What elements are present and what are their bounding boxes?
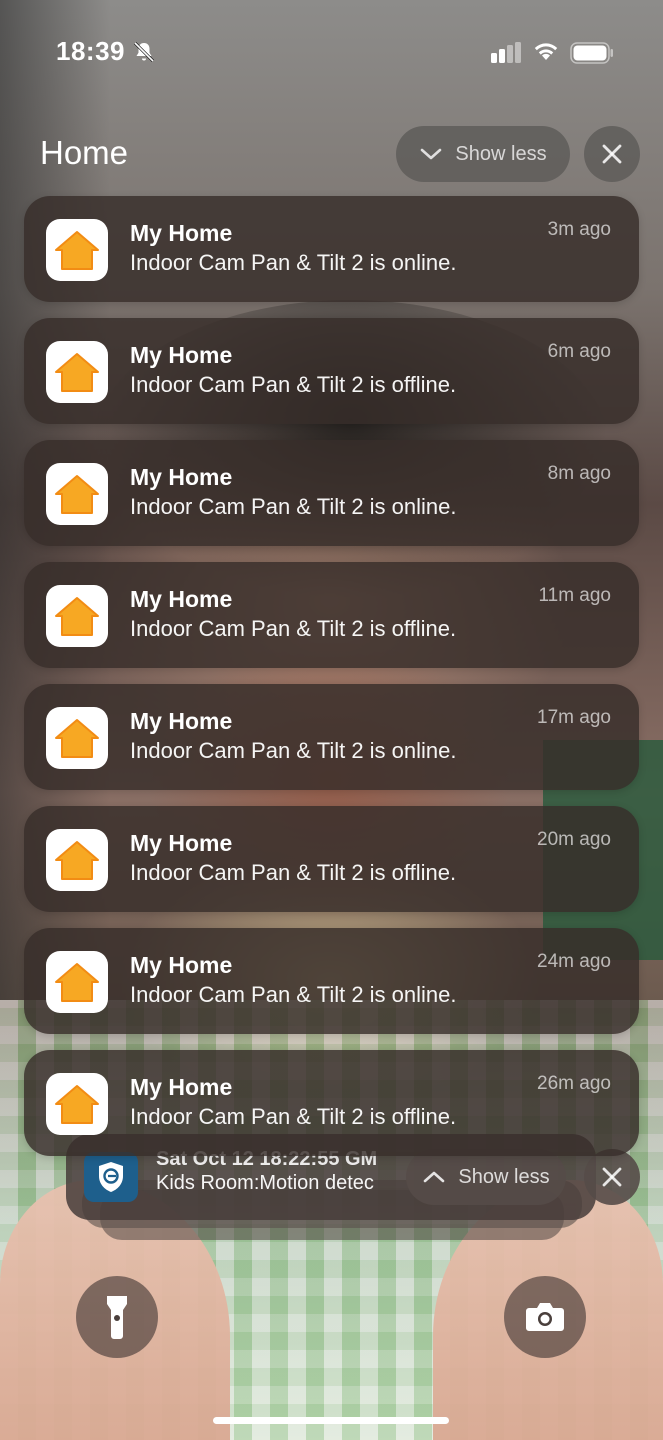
home-app-icon: [46, 463, 108, 525]
group-title: Home: [40, 134, 129, 171]
notification-time: 26m ago: [537, 1073, 611, 1094]
home-app-icon: [46, 1073, 108, 1135]
notification-body: Indoor Cam Pan & Tilt 2 is offline.: [130, 372, 457, 397]
bell-slash-icon: [133, 41, 155, 63]
chevron-down-icon: [421, 148, 442, 160]
chevron-up-icon: [424, 1171, 445, 1183]
notification-card[interactable]: My Home Indoor Cam Pan & Tilt 2 is onlin…: [24, 684, 639, 790]
home-app-icon: [46, 341, 108, 403]
notification-body: Indoor Cam Pan & Tilt 2 is offline.: [130, 860, 457, 885]
notification-body: Indoor Cam Pan & Tilt 2 is online.: [130, 250, 457, 275]
close-icon: [602, 1167, 622, 1187]
notification-time: 8m ago: [547, 463, 611, 484]
home-indicator[interactable]: [213, 1417, 449, 1424]
status-bar: 18:39: [0, 0, 663, 100]
close-icon: [602, 144, 622, 164]
notification-body: Indoor Cam Pan & Tilt 2 is online.: [130, 494, 457, 519]
home-app-icon: [46, 219, 108, 281]
show-less-label: Show less: [455, 142, 547, 165]
notification-card[interactable]: My Home Indoor Cam Pan & Tilt 2 is onlin…: [24, 440, 639, 546]
notification-card[interactable]: My Home Indoor Cam Pan & Tilt 2 is offli…: [24, 806, 639, 912]
wifi-icon: [534, 43, 558, 60]
notification-body: Indoor Cam Pan & Tilt 2 is offline.: [130, 1104, 457, 1129]
notification-card[interactable]: My Home Indoor Cam Pan & Tilt 2 is offli…: [24, 318, 639, 424]
notification-card[interactable]: My Home Indoor Cam Pan & Tilt 2 is offli…: [24, 562, 639, 668]
notification-body: Indoor Cam Pan & Tilt 2 is online.: [130, 738, 457, 763]
camera-button[interactable]: [504, 1276, 586, 1358]
camera-notification-body: Kids Room:Motion detec: [156, 1172, 374, 1194]
notification-time: 6m ago: [547, 341, 611, 362]
clear-group-button[interactable]: [584, 1149, 640, 1205]
camera-app-icon: [84, 1152, 138, 1202]
notification-title: My Home: [130, 586, 233, 612]
notification-title: My Home: [130, 952, 233, 978]
flashlight-button[interactable]: [76, 1276, 158, 1358]
camera-icon: [526, 1303, 564, 1331]
notification-title: My Home: [130, 1074, 233, 1100]
home-app-icon: [46, 585, 108, 647]
notification-time: 20m ago: [537, 829, 611, 850]
battery-icon: [570, 42, 613, 64]
notification-body: Indoor Cam Pan & Tilt 2 is offline.: [130, 616, 457, 641]
cellular-signal-icon: [491, 42, 521, 63]
notification-title: My Home: [130, 708, 233, 734]
flashlight-icon: [107, 1296, 127, 1339]
home-app-icon: [46, 951, 108, 1013]
show-less-button[interactable]: Show less: [396, 126, 570, 182]
notification-time: 24m ago: [537, 951, 611, 972]
home-app-icon: [46, 829, 108, 891]
notification-body: Indoor Cam Pan & Tilt 2 is online.: [130, 982, 457, 1007]
notification-card[interactable]: My Home Indoor Cam Pan & Tilt 2 is onlin…: [24, 196, 639, 302]
show-less-button[interactable]: Show less: [406, 1149, 566, 1205]
notification-card[interactable]: My Home Indoor Cam Pan & Tilt 2 is offli…: [24, 1050, 639, 1156]
notification-title: My Home: [130, 464, 233, 490]
notification-time: 11m ago: [538, 585, 611, 606]
home-app-icon: [46, 707, 108, 769]
notification-time: 3m ago: [547, 219, 611, 240]
status-time: 18:39: [56, 36, 125, 66]
notification-title: My Home: [130, 830, 233, 856]
clear-group-button[interactable]: [584, 126, 640, 182]
notification-title: My Home: [130, 220, 233, 246]
notification-title: My Home: [130, 342, 233, 368]
notification-time: 17m ago: [537, 707, 611, 728]
show-less-label: Show less: [458, 1165, 550, 1188]
notification-card[interactable]: My Home Indoor Cam Pan & Tilt 2 is onlin…: [24, 928, 639, 1034]
